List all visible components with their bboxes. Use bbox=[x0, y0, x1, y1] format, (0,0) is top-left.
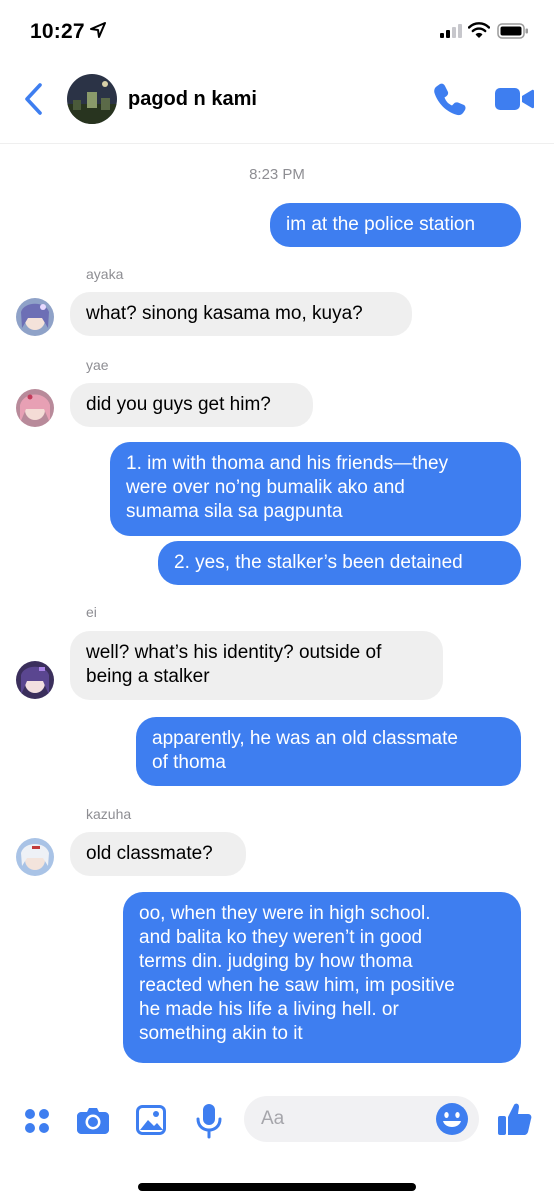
outgoing-message[interactable]: 1. im with thoma and his friends—they we… bbox=[110, 442, 521, 536]
message-line: being a stalker bbox=[86, 666, 210, 687]
incoming-message[interactable]: old classmate? bbox=[70, 832, 246, 876]
message-input-field[interactable] bbox=[244, 1096, 479, 1142]
incoming-message[interactable]: did you guys get him? bbox=[70, 383, 313, 427]
message-line: were over no’ng bumalik ako and bbox=[126, 477, 405, 498]
battery-icon bbox=[497, 23, 528, 39]
message-line: oo, when they were in high school. bbox=[139, 903, 431, 924]
emoji-icon[interactable] bbox=[435, 1102, 469, 1136]
outgoing-message[interactable]: 2. yes, the stalker’s been detained bbox=[158, 541, 521, 585]
group-avatar[interactable] bbox=[67, 74, 117, 124]
incoming-message[interactable]: well? what’s his identity? outside of be… bbox=[70, 631, 443, 700]
location-arrow-icon bbox=[90, 22, 106, 38]
wifi-icon bbox=[468, 22, 490, 38]
sender-name-kazuha: kazuha bbox=[86, 806, 132, 822]
message-input[interactable] bbox=[244, 1096, 414, 1142]
message-line: something akin to it bbox=[139, 1023, 303, 1044]
message-line: and balita ko they weren’t in good bbox=[139, 927, 423, 948]
status-time: 10:27 bbox=[30, 20, 85, 43]
message-composer bbox=[0, 1086, 554, 1156]
camera-icon[interactable] bbox=[77, 1106, 109, 1134]
back-chevron-icon[interactable] bbox=[22, 82, 46, 116]
microphone-icon[interactable] bbox=[196, 1103, 222, 1139]
avatar-ayaka[interactable] bbox=[16, 298, 54, 336]
avatar-yae[interactable] bbox=[16, 389, 54, 427]
outgoing-message[interactable]: apparently, he was an old classmate of t… bbox=[136, 717, 521, 786]
outgoing-message[interactable]: oo, when they were in high school. and b… bbox=[123, 892, 521, 1063]
sender-name-ei: ei bbox=[86, 604, 97, 620]
message-line: sumama sila sa pagpunta bbox=[126, 501, 343, 522]
incoming-message[interactable]: what? sinong kasama mo, kuya? bbox=[70, 292, 412, 336]
thumbs-up-icon[interactable] bbox=[497, 1101, 533, 1137]
message-line: 1. im with thoma and his friends—they bbox=[126, 453, 449, 474]
avatar-kazuha[interactable] bbox=[16, 838, 54, 876]
signal-icon bbox=[440, 24, 462, 38]
phone-icon[interactable] bbox=[433, 82, 467, 116]
home-indicator[interactable] bbox=[138, 1183, 416, 1191]
message-line: he made his life a living hell. or bbox=[139, 999, 399, 1020]
message-line: of thoma bbox=[152, 752, 226, 773]
avatar-ei[interactable] bbox=[16, 661, 54, 699]
message-line: apparently, he was an old classmate bbox=[152, 728, 458, 749]
message-timestamp: 8:23 PM bbox=[249, 166, 305, 183]
conversation-title[interactable]: pagod n kami bbox=[128, 88, 257, 111]
sender-name-ayaka: ayaka bbox=[86, 266, 124, 282]
message-line: reacted when he saw him, im positive bbox=[139, 975, 455, 996]
outgoing-message[interactable]: im at the police station bbox=[270, 203, 521, 247]
message-line: well? what’s his identity? outside of bbox=[86, 642, 382, 663]
apps-grid-icon[interactable] bbox=[24, 1108, 50, 1134]
video-camera-icon[interactable] bbox=[494, 86, 534, 112]
status-bar: 10:27 bbox=[0, 0, 554, 62]
sender-name-yae: yae bbox=[86, 357, 109, 373]
message-line: terms din. judging by how thoma bbox=[139, 951, 413, 972]
chat-header: pagod n kami bbox=[0, 62, 554, 144]
gallery-icon[interactable] bbox=[136, 1105, 166, 1135]
